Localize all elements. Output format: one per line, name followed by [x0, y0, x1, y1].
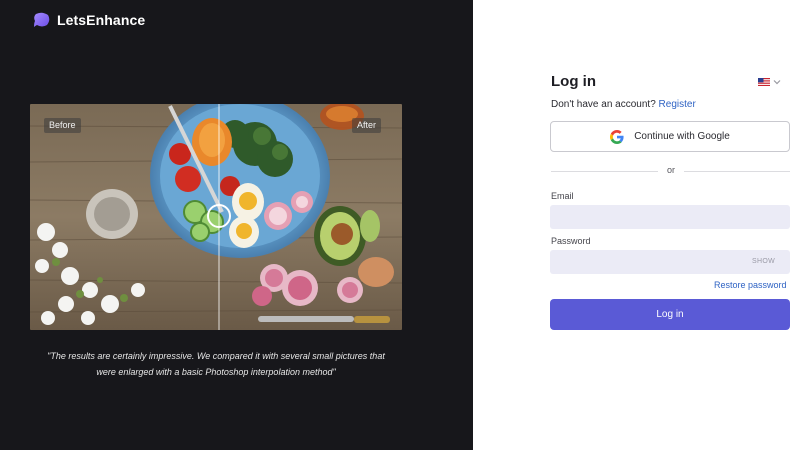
- password-label: Password: [551, 236, 591, 246]
- register-link[interactable]: Register: [659, 99, 696, 110]
- google-button-label: Continue with Google: [634, 131, 730, 142]
- quote-line-1: "The results are certainly impressive. W…: [47, 351, 385, 361]
- before-after-image: [30, 104, 402, 330]
- divider-text: or: [666, 165, 675, 175]
- signup-prompt: Don't have an account? Register: [551, 99, 696, 110]
- divider-left: [551, 171, 658, 172]
- restore-password-link[interactable]: Restore password: [714, 280, 787, 290]
- divider-right: [684, 171, 790, 172]
- quote-line-2: were enlarged with a basic Photoshop int…: [96, 367, 336, 377]
- show-password-toggle[interactable]: SHOW: [752, 258, 775, 265]
- email-label: Email: [551, 191, 574, 201]
- brand[interactable]: LetsEnhance: [33, 12, 145, 28]
- brand-logo-icon: [34, 12, 50, 27]
- login-button[interactable]: Log in: [550, 299, 790, 330]
- signup-text: Don't have an account?: [551, 99, 656, 110]
- google-icon: [610, 129, 624, 144]
- brand-name: LetsEnhance: [57, 12, 146, 28]
- email-field[interactable]: [550, 205, 790, 229]
- page-title: Log in: [551, 73, 596, 90]
- testimonial-quote: "The results are certainly impressive. W…: [30, 348, 402, 380]
- language-selector[interactable]: [758, 78, 781, 86]
- google-login-button[interactable]: Continue with Google: [550, 121, 790, 152]
- chevron-down-icon: [773, 80, 781, 85]
- before-label: Before: [44, 118, 81, 133]
- after-label: After: [352, 118, 382, 133]
- us-flag-icon: [758, 78, 770, 86]
